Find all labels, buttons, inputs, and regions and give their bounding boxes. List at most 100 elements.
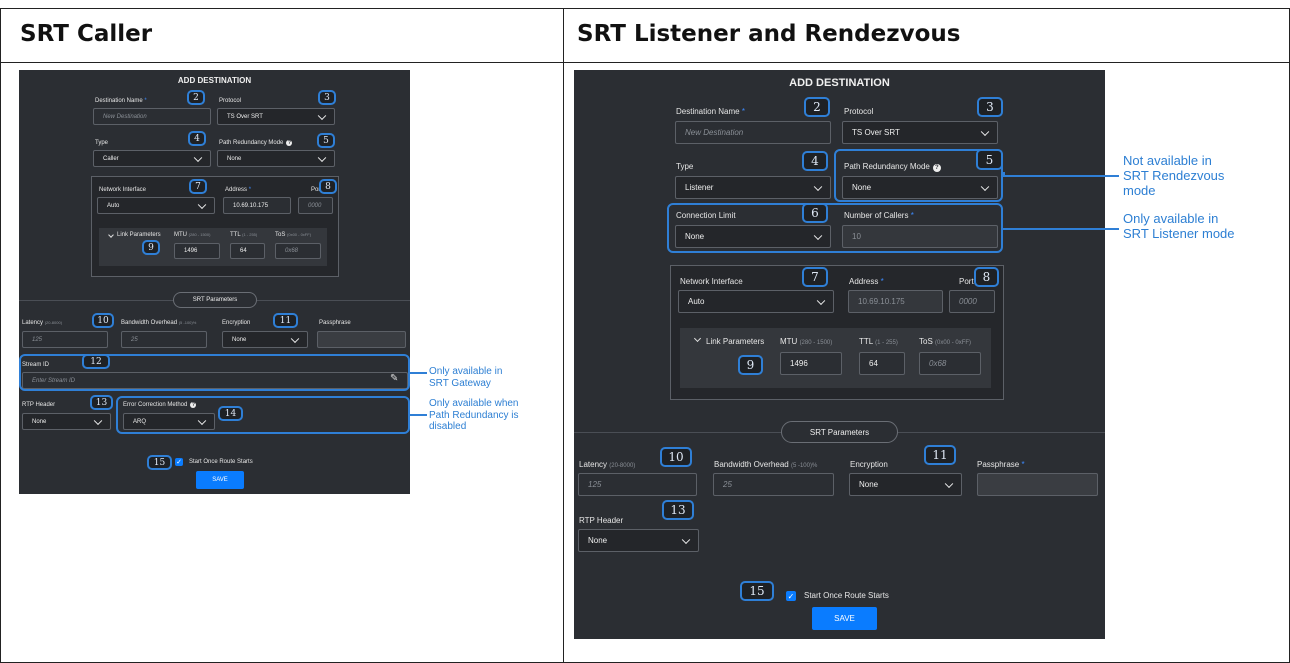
callout-badge: 9 <box>142 240 160 255</box>
rtp-header-label: RTP Header <box>22 402 56 408</box>
note-error-correction: Only available when Path Redundancy is dis… <box>429 398 519 432</box>
save-button[interactable]: SAVE <box>812 607 877 630</box>
callout-badge: 7 <box>189 179 207 194</box>
listener-screenshot: ADD DESTINATION Destination Name * New D… <box>574 70 1105 639</box>
stream-id-highlight <box>19 354 410 391</box>
encryption-select[interactable]: None <box>222 331 308 348</box>
rtp-header-select[interactable]: None <box>578 529 699 552</box>
note-stream-id: Only available in SRT Gateway <box>429 366 503 389</box>
protocol-label: Protocol <box>219 98 242 104</box>
chevron-down-icon <box>944 479 954 488</box>
bandwidth-label: Bandwidth Overhead (5 -100)% <box>121 320 197 326</box>
chevron-down-icon <box>193 153 203 162</box>
encryption-select[interactable]: None <box>849 473 962 496</box>
protocol-select[interactable]: TS Over SRT <box>217 108 335 125</box>
start-route-checkbox[interactable]: ✓ <box>786 591 796 601</box>
tos-input[interactable]: 0x68 <box>275 243 321 259</box>
chevron-down-icon <box>197 200 207 209</box>
link-params-label[interactable]: Link Parameters <box>117 232 161 238</box>
callout-badge: 11 <box>924 445 956 465</box>
passphrase-label: Passphrase <box>319 320 351 326</box>
callout-badge: 7 <box>802 267 828 287</box>
save-button[interactable]: SAVE <box>196 471 244 489</box>
column-title-listener: SRT Listener and Rendezvous <box>577 21 961 47</box>
callout-badge: 4 <box>802 151 828 171</box>
rtp-header-select[interactable]: None <box>22 413 111 430</box>
protocol-select[interactable]: TS Over SRT <box>842 121 998 144</box>
latency-input[interactable]: 125 <box>22 331 108 348</box>
column-title-caller: SRT Caller <box>20 21 153 47</box>
dest-name-input[interactable]: New Destination <box>675 121 831 144</box>
network-interface-select[interactable]: Auto <box>678 290 834 313</box>
callout-badge: 14 <box>218 406 243 421</box>
ttl-input[interactable]: 64 <box>230 243 265 259</box>
callout-badge: 5 <box>317 133 335 148</box>
callout-badge: 11 <box>273 313 298 328</box>
rtp-header-label: RTP Header <box>579 516 624 525</box>
dest-name-label: Destination Name * <box>95 98 147 104</box>
dest-name-label: Destination Name * <box>676 107 745 116</box>
ttl-label: TTL (1 - 255) <box>230 232 258 238</box>
chevron-down-icon <box>813 182 823 191</box>
chevron-down-icon <box>290 334 300 343</box>
srt-params-toggle[interactable]: SRT Parameters <box>781 421 898 443</box>
passphrase-input[interactable] <box>977 473 1098 496</box>
latency-label: Latency (20-8000) <box>22 320 63 326</box>
path-redundancy-select[interactable]: None <box>217 150 335 167</box>
chevron-down-icon <box>317 153 327 162</box>
callout-connector <box>1003 175 1119 177</box>
port-input[interactable]: 0000 <box>949 290 995 313</box>
type-label: Type <box>676 162 694 171</box>
start-route-label: Start Once Route Starts <box>189 459 253 465</box>
bandwidth-input[interactable]: 25 <box>713 473 834 496</box>
latency-label: Latency (20-8000) <box>579 460 636 469</box>
network-interface-label: Network Interface <box>680 277 743 286</box>
callout-badge: 10 <box>660 447 692 467</box>
callout-badge: 8 <box>974 267 999 287</box>
passphrase-input[interactable] <box>317 331 406 348</box>
callout-connector <box>1003 228 1119 230</box>
callout-badge: 6 <box>802 203 828 223</box>
callout-badge: 2 <box>187 90 205 105</box>
mtu-input[interactable]: 1496 <box>174 243 220 259</box>
srt-params-toggle[interactable]: SRT Parameters <box>173 292 257 308</box>
network-interface-label: Network Interface <box>99 187 147 193</box>
callout-badge: 2 <box>804 97 830 117</box>
mtu-label: MTU (280 - 1500) <box>780 337 833 346</box>
callout-badge: 15 <box>147 455 172 470</box>
chevron-down-icon <box>317 111 327 120</box>
encryption-label: Encryption <box>222 320 251 326</box>
mtu-label: MTU (280 - 1500) <box>174 232 211 238</box>
column-divider <box>563 8 564 663</box>
note-path-redundancy: Not available in SRT Rendezvous mode <box>1123 153 1225 198</box>
port-input[interactable]: 0000 <box>298 197 333 214</box>
tos-input[interactable]: 0x68 <box>919 352 981 375</box>
start-route-checkbox[interactable]: ✓ <box>175 458 183 466</box>
latency-input[interactable]: 125 <box>578 473 697 496</box>
network-interface-select[interactable]: Auto <box>97 197 215 214</box>
address-label: Address * <box>849 277 884 286</box>
error-correction-highlight <box>116 396 410 434</box>
bandwidth-input[interactable]: 25 <box>121 331 207 348</box>
bandwidth-label: Bandwidth Overhead (5 -100)% <box>714 460 818 469</box>
address-input[interactable]: 10.69.10.175 <box>223 197 291 214</box>
type-label: Type <box>95 140 109 146</box>
protocol-label: Protocol <box>844 107 874 116</box>
header-divider <box>0 62 1290 63</box>
address-input[interactable]: 10.69.10.175 <box>848 290 943 313</box>
help-icon[interactable]: ? <box>286 140 293 146</box>
chevron-down-icon <box>681 535 691 544</box>
link-params-label[interactable]: Link Parameters <box>706 337 764 346</box>
type-select[interactable]: Listener <box>675 176 831 199</box>
dest-name-input[interactable]: New Destination <box>93 108 211 125</box>
chevron-down-icon <box>816 296 826 305</box>
mtu-input[interactable]: 1496 <box>780 352 842 375</box>
type-select[interactable]: Caller <box>93 150 211 167</box>
callout-connector <box>410 414 427 416</box>
callout-badge: 13 <box>662 500 694 520</box>
passphrase-label: Passphrase * <box>977 460 1025 469</box>
callout-badge: 4 <box>188 131 206 146</box>
callout-badge: 9 <box>738 355 763 375</box>
ttl-input[interactable]: 64 <box>859 352 905 375</box>
chevron-down-icon <box>980 127 990 136</box>
